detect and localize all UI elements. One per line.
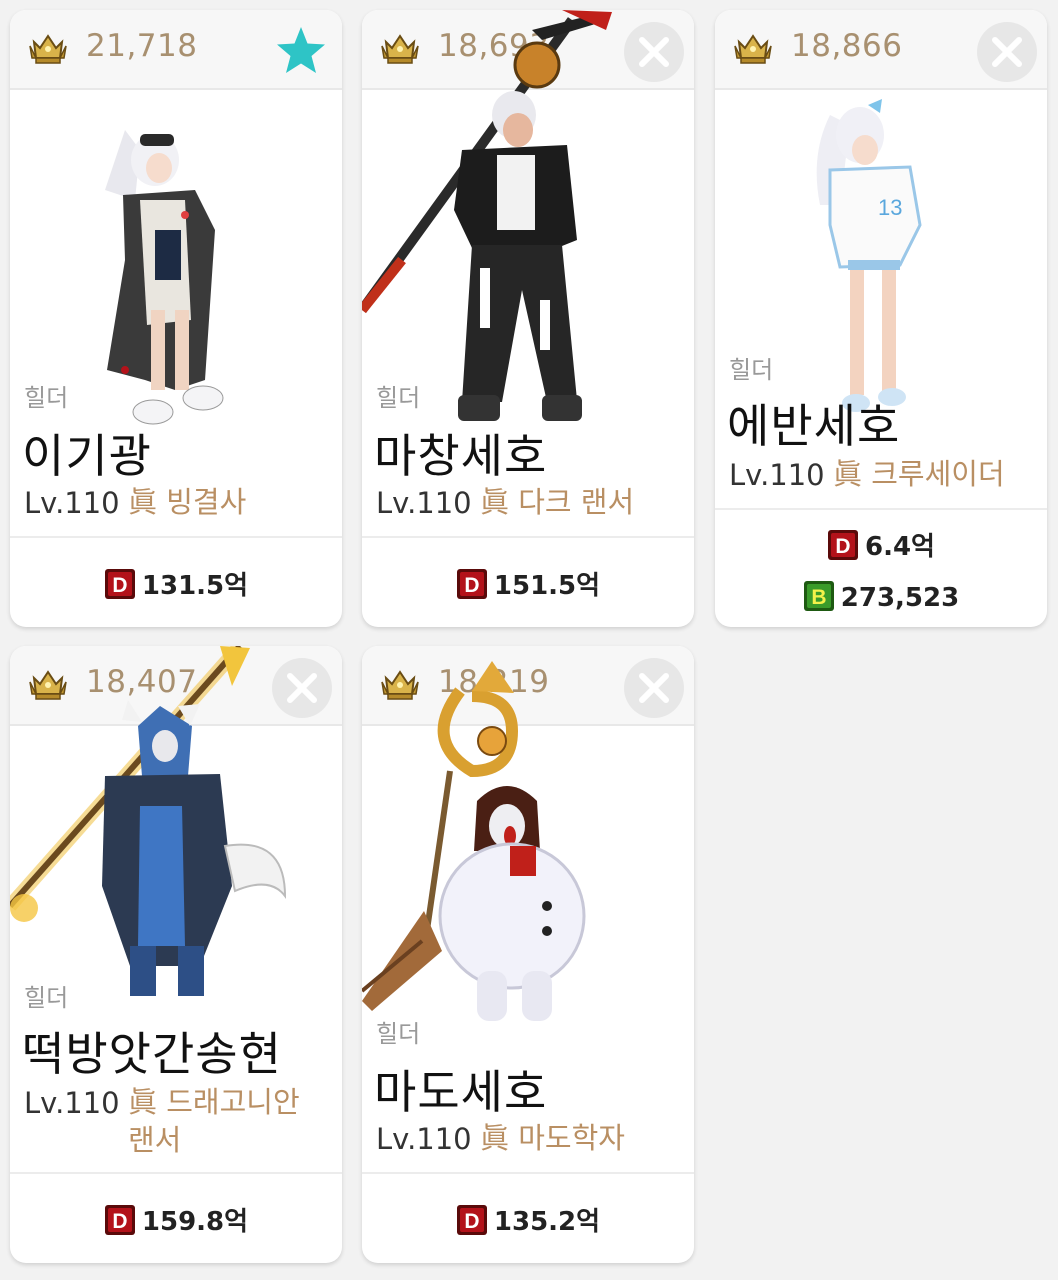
close-icon — [639, 673, 669, 703]
divider — [10, 536, 342, 538]
character-card[interactable]: 18,693 힐더 마창세호 Lv.110 眞 다크 랜서 151.5억 — [362, 10, 694, 627]
character-class: 眞 크루세이더 — [833, 457, 1005, 491]
gold-stat: 159.8억 — [10, 1204, 342, 1237]
divider — [715, 508, 1047, 510]
gold-value: 135.2억 — [493, 1207, 601, 1237]
gold-value: 6.4억 — [865, 532, 935, 562]
d-icon — [827, 529, 859, 561]
character-class: 眞 드래고니안 — [128, 1085, 300, 1119]
character-level: Lv.110 — [729, 458, 825, 492]
job-type-label: 힐더 — [729, 356, 774, 384]
gold-value: 151.5억 — [493, 571, 601, 601]
d-icon — [104, 568, 136, 600]
close-button[interactable] — [977, 22, 1037, 82]
character-name: 떡방앗간송현 — [22, 1027, 282, 1081]
d-icon — [456, 1204, 488, 1236]
job-type-label: 힐더 — [24, 984, 69, 1012]
character-card[interactable]: 18,407 힐더 떡방앗간송현 Lv.110 眞 드래고니안 랜서 159.8… — [10, 646, 342, 1263]
bead-stat: 273,523 — [715, 580, 1047, 613]
gold-value: 159.8억 — [141, 1207, 249, 1237]
close-icon — [639, 37, 669, 67]
job-type-label: 힐더 — [376, 1020, 421, 1048]
character-class: 眞 빙결사 — [128, 485, 247, 519]
job-type-label: 힐더 — [24, 384, 69, 412]
d-icon — [104, 1204, 136, 1236]
job-type-label: 힐더 — [376, 384, 421, 412]
rank-emblem-icon — [733, 28, 773, 68]
character-class: 眞 다크 랜서 — [480, 485, 635, 519]
bead-value: 273,523 — [840, 583, 960, 613]
character-name: 마도세호 — [374, 1065, 548, 1119]
character-level: Lv.110 — [376, 486, 472, 520]
power-score: 18,866 — [791, 28, 903, 64]
star-icon[interactable] — [274, 24, 328, 78]
character-level: Lv.110 — [376, 1122, 472, 1156]
d-icon — [456, 568, 488, 600]
character-level: Lv.110 — [24, 1086, 120, 1120]
character-card[interactable]: 18,219 힐더 마도세호 Lv.110 眞 마도학자 135.2억 — [362, 646, 694, 1263]
close-icon — [992, 37, 1022, 67]
power-score: 21,718 — [86, 28, 198, 64]
gold-stat: 135.2억 — [362, 1204, 694, 1237]
rank-emblem-icon — [28, 28, 68, 68]
b-icon — [803, 580, 835, 612]
gold-value: 131.5억 — [141, 571, 249, 601]
character-class-cont: 랜서 — [128, 1123, 182, 1157]
character-name: 마창세호 — [374, 429, 548, 483]
character-name: 이기광 — [22, 429, 152, 483]
character-sprite: 13 — [816, 99, 922, 412]
character-class: 眞 마도학자 — [480, 1121, 625, 1155]
character-sprite — [105, 130, 224, 425]
character-sprite — [362, 661, 586, 1021]
character-name: 에반세호 — [727, 399, 901, 453]
divider — [362, 536, 694, 538]
card-header: 18,866 — [715, 10, 1047, 90]
character-level: Lv.110 — [24, 486, 120, 520]
divider — [10, 1172, 342, 1174]
svg-text:13: 13 — [878, 195, 902, 220]
character-card[interactable]: 18,866 13 힐더 에반세호 Lv.110 眞 크루세이더 6.4억 27… — [715, 10, 1047, 627]
character-sprite — [10, 646, 287, 996]
card-header: 21,718 — [10, 10, 342, 90]
divider — [362, 1172, 694, 1174]
character-card[interactable]: 21,718 힐더 이기광 Lv.110 眞 빙결사 131.5억 — [10, 10, 342, 627]
close-button[interactable] — [624, 22, 684, 82]
gold-stat: 131.5억 — [10, 568, 342, 601]
gold-stat: 6.4억 — [715, 529, 1047, 562]
close-button[interactable] — [624, 658, 684, 718]
gold-stat: 151.5억 — [362, 568, 694, 601]
